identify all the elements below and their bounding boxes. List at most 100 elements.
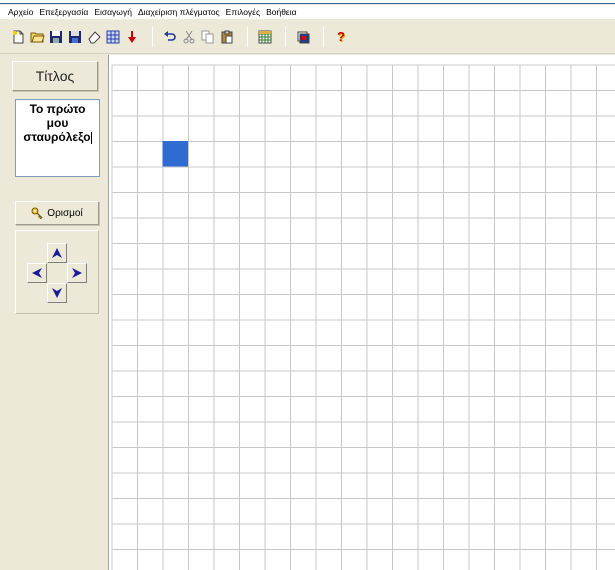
grid-cell[interactable] [468, 345, 495, 372]
grid-cell[interactable] [315, 370, 342, 397]
red-arrow-icon[interactable] [124, 29, 140, 45]
help-icon[interactable]: ?? [333, 29, 349, 45]
grid-cell[interactable] [137, 141, 164, 168]
grid-cell[interactable] [545, 319, 572, 346]
grid-cell[interactable] [162, 396, 189, 423]
grid-cell[interactable] [162, 243, 189, 270]
grid-cell[interactable] [239, 370, 266, 397]
grid-cell[interactable] [596, 498, 615, 525]
grid-cell[interactable] [188, 447, 215, 474]
grid-cell[interactable] [417, 166, 444, 193]
grid-cell[interactable] [137, 370, 164, 397]
grid-cell[interactable] [213, 421, 240, 448]
grid-cell[interactable] [341, 498, 368, 525]
grid-cell[interactable] [545, 523, 572, 550]
grid-cell[interactable] [596, 115, 615, 142]
grid-cell[interactable] [239, 141, 266, 168]
grid-cell[interactable] [545, 498, 572, 525]
grid-cell[interactable] [341, 192, 368, 219]
grid-cell[interactable] [494, 319, 521, 346]
grid-cell[interactable] [188, 472, 215, 499]
grid-cell[interactable] [366, 396, 393, 423]
grid-cell[interactable] [264, 64, 291, 91]
grid-cell[interactable] [519, 192, 546, 219]
grid-cell[interactable] [417, 294, 444, 321]
selected-grid-cell[interactable] [162, 141, 189, 168]
grid-cell[interactable] [264, 370, 291, 397]
grid-cell[interactable] [188, 64, 215, 91]
grid-cell[interactable] [188, 345, 215, 372]
grid-cell[interactable] [494, 345, 521, 372]
grid-cell[interactable] [519, 421, 546, 448]
grid-cell[interactable] [188, 90, 215, 117]
grid-cell[interactable] [494, 472, 521, 499]
grid-cell[interactable] [264, 523, 291, 550]
grid-cell[interactable] [443, 192, 470, 219]
grid-cell[interactable] [264, 549, 291, 570]
grid-cell[interactable] [545, 370, 572, 397]
grid-cell[interactable] [366, 141, 393, 168]
grid-cell[interactable] [570, 421, 597, 448]
grid-cell[interactable] [570, 268, 597, 295]
grid-cell[interactable] [417, 268, 444, 295]
menu-insert[interactable]: Εισαγωγή [94, 7, 132, 17]
menu-edit[interactable]: Επεξεργασία [39, 7, 88, 17]
grid-cell[interactable] [570, 345, 597, 372]
grid-cell[interactable] [315, 243, 342, 270]
grid-cell[interactable] [366, 345, 393, 372]
grid-cell[interactable] [519, 345, 546, 372]
grid-cell[interactable] [417, 498, 444, 525]
grid-cell[interactable] [213, 90, 240, 117]
grid-cell[interactable] [111, 472, 138, 499]
grid-cell[interactable] [213, 523, 240, 550]
grid-cell[interactable] [315, 217, 342, 244]
grid-cell[interactable] [545, 447, 572, 474]
grid-cell[interactable] [519, 498, 546, 525]
grid-cell[interactable] [468, 115, 495, 142]
grid-cell[interactable] [264, 294, 291, 321]
grid-cell[interactable] [290, 192, 317, 219]
grid-cell[interactable] [443, 166, 470, 193]
grid-cell[interactable] [443, 115, 470, 142]
grid-cell[interactable] [494, 294, 521, 321]
grid-cell[interactable] [264, 498, 291, 525]
grid-cell[interactable] [443, 268, 470, 295]
grid-cell[interactable] [596, 294, 615, 321]
grid-cell[interactable] [162, 268, 189, 295]
grid-cell[interactable] [443, 370, 470, 397]
grid-cell[interactable] [213, 141, 240, 168]
grid-cell[interactable] [111, 498, 138, 525]
grid-cell[interactable] [417, 141, 444, 168]
grid-cell[interactable] [494, 370, 521, 397]
grid-cell[interactable] [366, 294, 393, 321]
arrow-left-button[interactable] [27, 263, 47, 283]
grid-cell[interactable] [264, 115, 291, 142]
grid-cell[interactable] [468, 319, 495, 346]
grid-cell[interactable] [290, 447, 317, 474]
grid-cell[interactable] [162, 523, 189, 550]
grid-cell[interactable] [366, 90, 393, 117]
grid-cell[interactable] [392, 523, 419, 550]
grid-cell[interactable] [443, 141, 470, 168]
grid-cell[interactable] [137, 90, 164, 117]
grid-cell[interactable] [392, 243, 419, 270]
grid-cell[interactable] [596, 549, 615, 570]
grid-cell[interactable] [111, 192, 138, 219]
grid-cell[interactable] [111, 115, 138, 142]
grid-cell[interactable] [290, 472, 317, 499]
grid-cell[interactable] [213, 370, 240, 397]
grid-cell[interactable] [366, 447, 393, 474]
grid-cell[interactable] [239, 115, 266, 142]
grid-cell[interactable] [417, 370, 444, 397]
grid-cell[interactable] [239, 523, 266, 550]
grid-cell[interactable] [315, 447, 342, 474]
grid-cell[interactable] [239, 217, 266, 244]
grid-cell[interactable] [570, 192, 597, 219]
grid-cell[interactable] [213, 64, 240, 91]
grid-cell[interactable] [494, 64, 521, 91]
grid-cell[interactable] [188, 421, 215, 448]
grid-cell[interactable] [417, 549, 444, 570]
grid-cell[interactable] [392, 472, 419, 499]
grid-cell[interactable] [137, 549, 164, 570]
grid-cell[interactable] [570, 370, 597, 397]
